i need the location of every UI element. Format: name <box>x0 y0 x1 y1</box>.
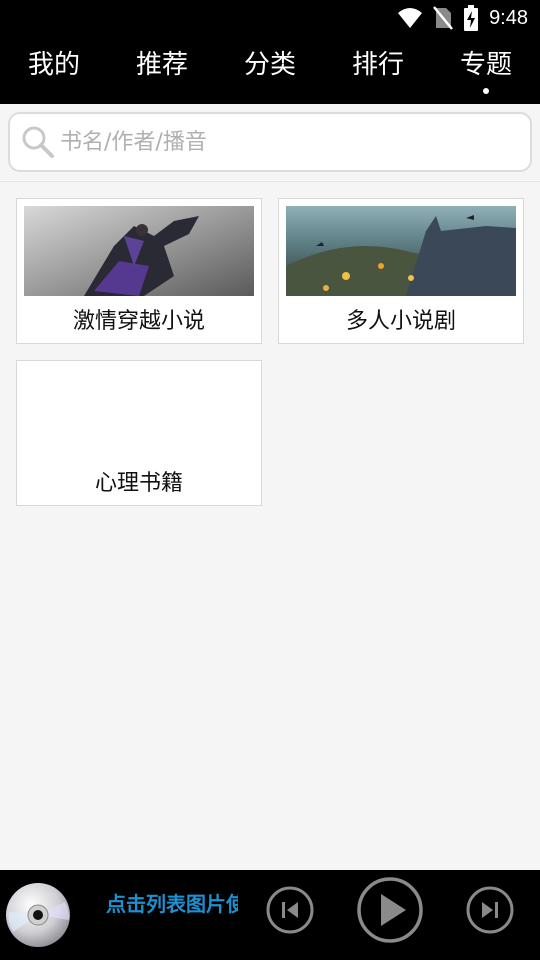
topic-cover-image <box>24 368 254 458</box>
search-icon <box>22 126 54 158</box>
tab-label: 专题 <box>459 49 512 80</box>
tab-label: 我的 <box>27 49 80 80</box>
now-playing-marquee: 点击列表图片使 <box>106 892 238 916</box>
wifi-icon <box>398 8 423 28</box>
status-icons: 9:48 <box>397 4 528 32</box>
topic-card[interactable]: 心理书籍 <box>16 360 262 506</box>
battery-charging-icon <box>464 5 479 31</box>
tab-label: 分类 <box>243 49 296 80</box>
tab-label: 排行 <box>351 49 404 80</box>
tab-recommend[interactable]: 推荐 <box>108 36 216 104</box>
topic-card[interactable]: 多人小说剧 <box>278 198 524 344</box>
search-area <box>0 104 540 182</box>
play-button[interactable] <box>356 876 424 944</box>
tab-label: 推荐 <box>135 49 188 80</box>
tab-topics[interactable]: 专题 <box>432 36 540 104</box>
previous-button[interactable] <box>266 886 314 934</box>
active-indicator <box>483 88 489 94</box>
no-sim-icon <box>433 6 454 30</box>
clock: 9:48 <box>489 6 528 29</box>
topic-title: 心理书籍 <box>94 471 183 496</box>
tab-ranking[interactable]: 排行 <box>324 36 432 104</box>
tab-category[interactable]: 分类 <box>216 36 324 104</box>
topic-cover-image <box>286 206 516 296</box>
top-tab-bar: 我的 推荐 分类 排行 专题 <box>0 36 540 104</box>
status-bar: 9:48 <box>0 0 540 36</box>
topic-cover-image <box>24 206 254 296</box>
topic-card[interactable]: 激情穿越小说 <box>16 198 262 344</box>
search-input[interactable] <box>60 129 500 155</box>
cd-disc-icon[interactable] <box>5 882 71 948</box>
topic-title: 多人小说剧 <box>345 309 456 334</box>
mini-player: 点击列表图片使 <box>0 870 540 960</box>
topic-title: 激情穿越小说 <box>72 309 205 334</box>
tab-mine[interactable]: 我的 <box>0 36 108 104</box>
next-button[interactable] <box>466 886 514 934</box>
search-box[interactable] <box>8 112 532 172</box>
